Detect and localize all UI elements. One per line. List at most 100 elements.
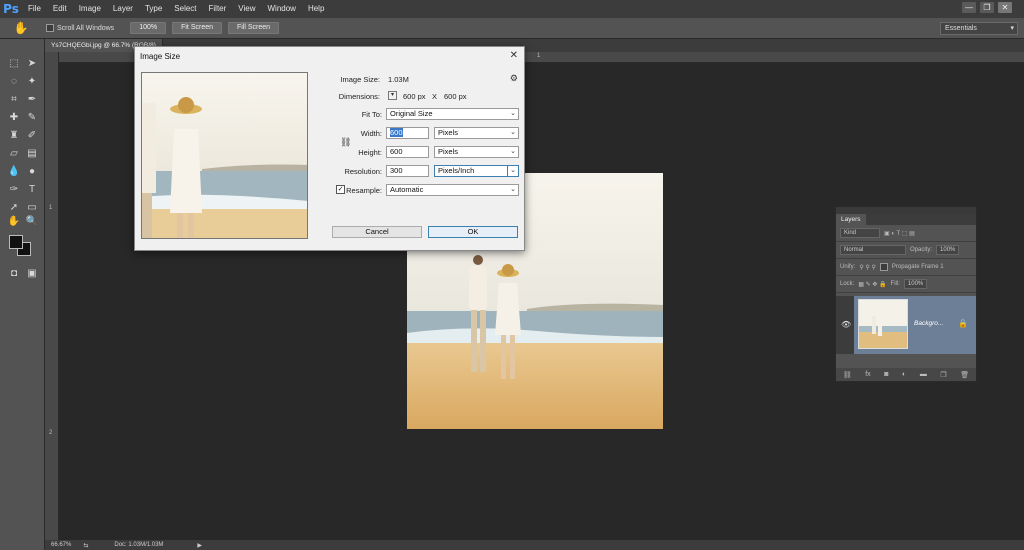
- menu-layer[interactable]: Layer: [107, 0, 139, 18]
- fit-to-select[interactable]: Original Size ⌄: [386, 108, 519, 120]
- filter-kind-label: Kind: [844, 230, 857, 236]
- menu-filter[interactable]: Filter: [203, 0, 233, 18]
- propagate-frame-checkbox[interactable]: [879, 263, 888, 271]
- fill-screen-button[interactable]: Fill Screen: [228, 22, 280, 34]
- pen-tool-icon[interactable]: ✑: [7, 183, 21, 197]
- filter-icons[interactable]: ▣ ◐ T ⬚ ▤: [884, 230, 915, 237]
- cancel-button[interactable]: Cancel: [332, 226, 422, 238]
- opacity-field[interactable]: 100%: [936, 245, 960, 255]
- restore-button[interactable]: ❐: [980, 2, 994, 13]
- filter-kind-select[interactable]: Kind: [840, 228, 880, 238]
- opacity-label: Opacity:: [910, 247, 933, 253]
- hand-tool-icon[interactable]: ✋: [7, 215, 21, 229]
- tab-layers[interactable]: Layers: [836, 214, 866, 225]
- dimensions-label: Dimensions:: [338, 92, 380, 101]
- type-tool-icon[interactable]: T: [25, 183, 39, 197]
- link-icon[interactable]: ⛓: [843, 371, 852, 379]
- menu-image[interactable]: Image: [73, 0, 107, 18]
- marquee-tool-icon[interactable]: ⬚: [7, 57, 21, 71]
- width-field[interactable]: 600: [386, 127, 429, 139]
- fx-icon[interactable]: fx: [865, 371, 870, 378]
- menu-file[interactable]: File: [22, 0, 47, 18]
- fill-field[interactable]: 100%: [903, 279, 928, 289]
- zoom-level[interactable]: 66.67%: [51, 542, 71, 548]
- dimensions-unit-dropdown-icon[interactable]: ▾: [388, 91, 397, 100]
- healing-brush-tool-icon[interactable]: ✚: [7, 111, 21, 125]
- width-unit: Pixels: [438, 128, 459, 137]
- scroll-all-windows-checkbox[interactable]: [46, 24, 54, 32]
- minimize-button[interactable]: —: [962, 2, 976, 13]
- new-layer-icon[interactable]: ❐: [940, 371, 946, 379]
- crop-tool-icon[interactable]: ⌗: [7, 93, 21, 107]
- foreground-color-swatch[interactable]: [9, 235, 23, 249]
- layer-name[interactable]: Backgro...: [914, 320, 943, 327]
- scroll-all-windows-label: Scroll All Windows: [57, 24, 115, 32]
- ruler-label: 1: [49, 205, 53, 211]
- fit-to-value: Original Size: [390, 109, 433, 118]
- layer-row-background[interactable]: 👁 Backgro... 🔒: [836, 296, 976, 354]
- zoom-100-button[interactable]: 100%: [130, 22, 167, 34]
- close-button[interactable]: ✕: [998, 2, 1012, 13]
- dimensions-width: 600 px: [403, 92, 426, 101]
- eyedropper-tool-icon[interactable]: ✒: [25, 93, 39, 107]
- lock-icons[interactable]: ▦ ✎ ✥ 🔒: [858, 281, 886, 288]
- lasso-tool-icon[interactable]: ◌: [7, 75, 21, 89]
- brush-tool-icon[interactable]: ✎: [25, 111, 39, 125]
- ruler-label: 1: [537, 53, 541, 59]
- path-selection-tool-icon[interactable]: ➚: [7, 201, 21, 215]
- height-label: Height:: [358, 148, 382, 157]
- workspace-select[interactable]: Essentials ▾: [940, 22, 1018, 35]
- mask-icon[interactable]: ◙: [884, 371, 888, 378]
- image-size-value: 1.03M: [388, 75, 409, 84]
- menu-type[interactable]: Type: [139, 0, 168, 18]
- menu-help[interactable]: Help: [302, 0, 330, 18]
- constrain-proportions-link-icon[interactable]: ⛓: [340, 137, 351, 148]
- rectangle-tool-icon[interactable]: ▭: [25, 201, 39, 215]
- move-tool-icon[interactable]: ➤: [25, 57, 39, 71]
- hand-tool-icon[interactable]: ✋: [8, 21, 34, 35]
- fill-label: Fill:: [890, 281, 900, 287]
- gradient-tool-icon[interactable]: ▤: [25, 147, 39, 161]
- height-unit-select[interactable]: Pixels ⌄: [434, 146, 519, 158]
- folder-icon[interactable]: ▬: [920, 371, 927, 378]
- height-field[interactable]: 600: [386, 146, 429, 158]
- trash-icon[interactable]: 🗑: [960, 371, 969, 379]
- ok-button[interactable]: OK: [428, 226, 518, 238]
- resolution-field[interactable]: 300: [386, 165, 429, 177]
- dodge-tool-icon[interactable]: ●: [25, 165, 39, 179]
- export-icon[interactable]: ⇆: [83, 542, 88, 549]
- screen-mode-icon[interactable]: ▣: [25, 267, 39, 281]
- fit-screen-button[interactable]: Fit Screen: [172, 22, 222, 34]
- blend-mode-select[interactable]: Normal: [840, 245, 906, 255]
- doc-size: Doc: 1.03M/1.03M: [114, 542, 164, 548]
- clone-stamp-tool-icon[interactable]: ♜: [7, 129, 21, 143]
- width-unit-select[interactable]: Pixels ⌄: [434, 127, 519, 139]
- unify-icons[interactable]: ⚲ ⚲ ⚲: [859, 264, 876, 271]
- zoom-tool-icon[interactable]: 🔍: [25, 215, 39, 229]
- quick-mask-icon[interactable]: ◘: [7, 267, 21, 281]
- eye-icon[interactable]: 👁: [841, 320, 851, 329]
- eraser-tool-icon[interactable]: ▱: [7, 147, 21, 161]
- panel-drag-bar[interactable]: [836, 207, 976, 214]
- resample-select[interactable]: Automatic ⌄: [386, 184, 519, 196]
- status-menu-arrow-icon[interactable]: ▶: [197, 542, 202, 549]
- menu-view[interactable]: View: [232, 0, 261, 18]
- menu-select[interactable]: Select: [168, 0, 202, 18]
- gear-icon[interactable]: ⚙: [510, 73, 518, 84]
- resample-checkbox[interactable]: ✓: [336, 185, 345, 194]
- image-preview[interactable]: [141, 72, 308, 239]
- status-bar: 66.67% ⇆ Doc: 1.03M/1.03M ▶: [45, 540, 1024, 550]
- image-size-dialog: Image Size ✕ Image Size: 1.03M ⚙ Dimensi…: [134, 46, 525, 251]
- resolution-unit-select[interactable]: Pixels/Inch ⌄: [434, 165, 519, 177]
- scroll-all-windows-option[interactable]: Scroll All Windows: [46, 24, 114, 32]
- blend-row: Normal Opacity: 100%: [836, 242, 976, 259]
- menu-window[interactable]: Window: [262, 0, 302, 18]
- blur-tool-icon[interactable]: 💧: [7, 165, 21, 179]
- magic-wand-tool-icon[interactable]: ✦: [25, 75, 39, 89]
- photoshop-window: Ps File Edit Image Layer Type Select Fil…: [0, 0, 1024, 550]
- history-brush-tool-icon[interactable]: ✐: [25, 129, 39, 143]
- menu-edit[interactable]: Edit: [47, 0, 73, 18]
- adjustment-icon[interactable]: ◐: [902, 371, 906, 378]
- dialog-close-icon[interactable]: ✕: [510, 50, 518, 61]
- dialog-title: Image Size: [140, 52, 181, 61]
